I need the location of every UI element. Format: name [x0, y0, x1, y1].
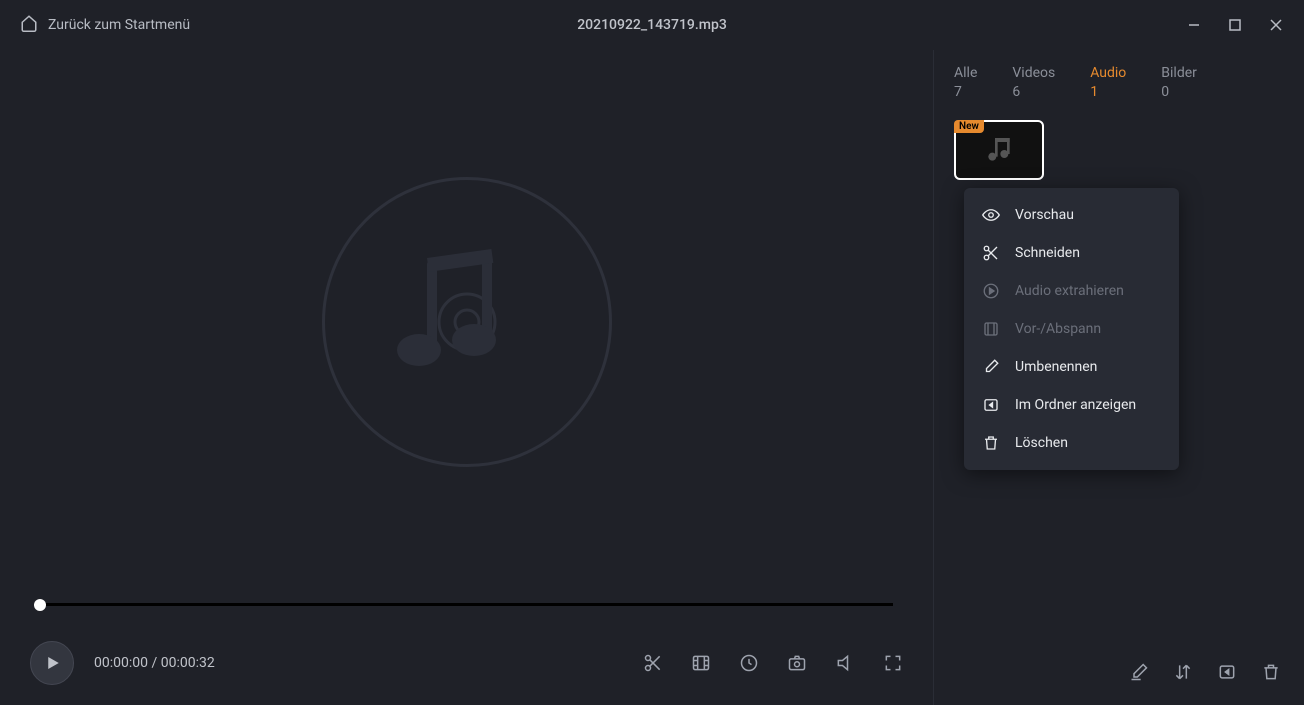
controls-left: 00:00:00 / 00:00:32 — [30, 641, 215, 685]
back-label: Zurück zum Startmenü — [48, 17, 190, 33]
progress-thumb[interactable] — [34, 599, 46, 611]
menu-label: Vor-/Abspann — [1015, 321, 1101, 337]
menu-label: Schneiden — [1015, 245, 1080, 261]
sidebar-panel: Alle 7 Videos 6 Audio 1 Bilder 0 New — [934, 50, 1304, 705]
trash-icon — [982, 434, 1000, 452]
tab-count: 7 — [954, 84, 977, 100]
tab-label: Audio — [1090, 65, 1126, 81]
main-content: 00:00:00 / 00:00:32 Alle 7 Videos 6 — [0, 50, 1304, 705]
menu-label: Im Ordner anzeigen — [1015, 397, 1136, 413]
menu-item-loeschen[interactable]: Löschen — [964, 424, 1179, 462]
progress-bar[interactable] — [40, 603, 893, 606]
fullscreen-icon[interactable] — [883, 653, 903, 673]
menu-label: Umbenennen — [1015, 359, 1097, 375]
close-button[interactable] — [1268, 17, 1284, 33]
sidebar-bottom-tools — [1128, 661, 1282, 683]
tab-count: 1 — [1090, 84, 1126, 100]
folder-open-icon — [982, 396, 1000, 414]
new-badge: New — [954, 120, 984, 133]
filmstrip-icon[interactable] — [691, 653, 711, 673]
maximize-button[interactable] — [1227, 17, 1243, 33]
time-separator: / — [148, 655, 161, 671]
time-total: 00:00:32 — [161, 655, 215, 671]
time-current: 00:00:00 — [94, 655, 148, 671]
titlebar: Zurück zum Startmenü 20210922_143719.mp3 — [0, 0, 1304, 50]
menu-item-vorschau[interactable]: Vorschau — [964, 196, 1179, 234]
music-disc-icon — [322, 177, 612, 467]
menu-item-im-ordner-anzeigen[interactable]: Im Ordner anzeigen — [964, 386, 1179, 424]
cut-icon[interactable] — [643, 653, 663, 673]
audio-thumbnail[interactable]: New — [954, 120, 1044, 180]
tab-count: 0 — [1161, 84, 1197, 100]
play-button[interactable] — [30, 641, 74, 685]
menu-item-schneiden[interactable]: Schneiden — [964, 234, 1179, 272]
controls-right — [643, 653, 903, 673]
menu-label: Vorschau — [1015, 207, 1074, 223]
music-note-icon — [983, 134, 1015, 166]
tab-bilder[interactable]: Bilder 0 — [1161, 65, 1197, 100]
menu-item-audio-extrahieren: Audio extrahieren — [964, 272, 1179, 310]
tab-audio[interactable]: Audio 1 — [1090, 65, 1126, 100]
player-panel: 00:00:00 / 00:00:32 — [0, 50, 934, 705]
file-title: 20210922_143719.mp3 — [577, 17, 727, 33]
filmstrip-icon — [982, 320, 1000, 338]
menu-label: Löschen — [1015, 435, 1068, 451]
sort-icon[interactable] — [1172, 661, 1194, 683]
menu-item-umbenennen[interactable]: Umbenennen — [964, 348, 1179, 386]
play-icon — [43, 654, 61, 672]
volume-icon[interactable] — [835, 653, 855, 673]
trash-tool-icon[interactable] — [1260, 661, 1282, 683]
media-tabs: Alle 7 Videos 6 Audio 1 Bilder 0 — [954, 65, 1284, 100]
minimize-button[interactable] — [1186, 17, 1202, 33]
tab-alle[interactable]: Alle 7 — [954, 65, 977, 100]
edit-icon — [982, 358, 1000, 376]
window-controls — [1186, 17, 1284, 33]
tab-videos[interactable]: Videos 6 — [1012, 65, 1055, 100]
speed-icon[interactable] — [739, 653, 759, 673]
tab-label: Bilder — [1161, 65, 1197, 81]
menu-label: Audio extrahieren — [1015, 283, 1124, 299]
eye-icon — [982, 206, 1000, 224]
import-icon[interactable] — [1216, 661, 1238, 683]
back-to-start-button[interactable]: Zurück zum Startmenü — [20, 14, 190, 36]
home-icon — [20, 14, 38, 36]
menu-item-vor-abspann: Vor-/Abspann — [964, 310, 1179, 348]
extract-audio-icon — [982, 282, 1000, 300]
time-display: 00:00:00 / 00:00:32 — [94, 655, 215, 671]
progress-container — [20, 603, 913, 606]
scissors-icon — [982, 244, 1000, 262]
tab-label: Videos — [1012, 65, 1055, 81]
snapshot-icon[interactable] — [787, 653, 807, 673]
context-menu: Vorschau Schneiden Audio extrahieren Vor… — [964, 188, 1179, 470]
tab-count: 6 — [1012, 84, 1055, 100]
player-controls: 00:00:00 / 00:00:32 — [20, 641, 913, 685]
preview-area — [20, 50, 913, 593]
edit-tool-icon[interactable] — [1128, 661, 1150, 683]
tab-label: Alle — [954, 65, 977, 81]
